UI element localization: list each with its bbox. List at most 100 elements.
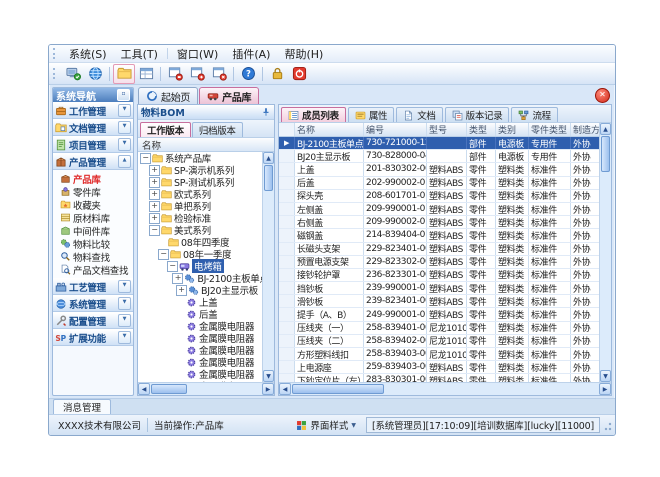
- scroll-down-icon[interactable]: ▼: [263, 370, 274, 382]
- chevron-down-icon[interactable]: ▼: [118, 104, 131, 117]
- table-row[interactable]: 磁钢盖214-839404-01I塑料ABS零件塑料类标准件外协条: [279, 229, 599, 242]
- win-badge-x-button[interactable]: [208, 64, 230, 84]
- menu-item-help[interactable]: 帮助(H): [277, 46, 330, 62]
- win-table-button[interactable]: [135, 64, 157, 84]
- tab-flow[interactable]: 流程: [511, 107, 557, 122]
- expand-icon[interactable]: +: [149, 201, 160, 212]
- table-row[interactable]: 提手（A、B）249-990001-01I塑料ABS零件塑料类标准件外协条: [279, 308, 599, 321]
- win-badge-mail-button[interactable]: [164, 64, 186, 84]
- collapse-icon[interactable]: −: [140, 153, 151, 164]
- folder-button[interactable]: [113, 64, 135, 84]
- tab-product-lib[interactable]: 产品库: [199, 87, 259, 104]
- sidebar-item-product-doc-search[interactable]: 产品文档查找: [53, 263, 133, 276]
- grid-horizontal-scrollbar[interactable]: ◀ ▶: [279, 382, 611, 395]
- table-row[interactable]: 滑钞板239-823401-00I塑料ABS零件塑料类标准件外协条: [279, 295, 599, 308]
- grid-hscroll-thumb[interactable]: [292, 384, 384, 394]
- column-header-6[interactable]: 制造方式: [571, 123, 599, 136]
- sidebar-section-config[interactable]: 配置管理▼: [53, 312, 133, 329]
- chevron-down-icon[interactable]: ▼: [118, 138, 131, 151]
- sidebar-item-favorites[interactable]: 收藏夹: [53, 198, 133, 211]
- table-row[interactable]: 预置电源支架229-823302-00I塑料ABS零件塑料类标准件外协条: [279, 256, 599, 269]
- table-row[interactable]: 左侧盖209-990001-01I塑料ABS零件塑料类标准件外协条: [279, 203, 599, 216]
- table-row[interactable]: 挡钞板239-990001-01I塑料ABS零件塑料类标准件外协条: [279, 282, 599, 295]
- sidebar-item-part-lib[interactable]: 零件库: [53, 185, 133, 198]
- sidebar-section-extend[interactable]: SP扩展功能▼: [53, 329, 133, 346]
- expand-icon[interactable]: +: [176, 285, 187, 296]
- column-header-1[interactable]: 编号: [364, 123, 427, 136]
- table-row[interactable]: 上盖201-830302-00I塑料ABS零件塑料类标准件外协条: [279, 163, 599, 176]
- lock-button[interactable]: [266, 64, 288, 84]
- table-row[interactable]: 后盖202-990002-01I塑料ABS零件塑料类标准件外协条: [279, 177, 599, 190]
- sidebar-section-project[interactable]: 项目管理▼: [53, 136, 133, 153]
- table-row[interactable]: 右侧盖209-990002-01I塑料ABS零件塑料类标准件外协条: [279, 216, 599, 229]
- column-header-4[interactable]: 类别: [496, 123, 529, 136]
- help-button[interactable]: ?: [237, 64, 259, 84]
- resize-grip[interactable]: [603, 419, 612, 431]
- scroll-left-icon[interactable]: ◀: [279, 383, 291, 395]
- close-icon[interactable]: ✕: [595, 88, 610, 103]
- sidebar-item-middleware-lib[interactable]: 中间件库: [53, 224, 133, 237]
- sidebar-section-docs[interactable]: 文档管理▼: [53, 119, 133, 136]
- sidebar-section-product[interactable]: 产品管理▲: [53, 153, 133, 170]
- tab-versions[interactable]: 版本记录: [445, 107, 510, 122]
- sidebar-item-material-search[interactable]: 物料查找: [53, 250, 133, 263]
- collapse-icon[interactable]: −: [158, 249, 169, 260]
- tab-archived-version[interactable]: 归档版本: [192, 122, 243, 137]
- sidebar-item-material-lib[interactable]: 原材料库: [53, 211, 133, 224]
- table-row[interactable]: 探头壳208-601701-01I塑料ABS零件塑料类标准件外协条: [279, 190, 599, 203]
- menubar-grip-handle[interactable]: [53, 48, 58, 59]
- expand-icon[interactable]: +: [172, 273, 183, 284]
- expand-icon[interactable]: +: [149, 213, 160, 224]
- table-row[interactable]: 长磁头支架229-823401-00I塑料ABS零件塑料类标准件外协条: [279, 243, 599, 256]
- grid-vscroll-thumb[interactable]: [601, 136, 610, 172]
- sidebar-section-system[interactable]: 系统管理▼: [53, 295, 133, 312]
- scroll-up-icon[interactable]: ▲: [263, 152, 274, 164]
- table-row[interactable]: BJ20主显示板730-828000-04I部件电源板专用件外协颗: [279, 150, 599, 163]
- sidebar-section-work[interactable]: 工作管理▼: [53, 102, 133, 119]
- table-row[interactable]: 压线夹（一）258-839401-00I尼龙1010零件塑料类标准件外协条: [279, 322, 599, 335]
- menu-item-tools[interactable]: 工具(T): [114, 46, 165, 62]
- tab-documents[interactable]: 文档: [396, 107, 442, 122]
- chevron-down-icon[interactable]: ▼: [118, 297, 131, 310]
- chevron-down-icon[interactable]: ▼: [118, 331, 131, 344]
- table-row[interactable]: 压线夹（二）258-839402-00I尼龙1010零件塑料类标准件外协条: [279, 335, 599, 348]
- table-row[interactable]: 接钞轮护罩236-823301-00I塑料ABS零件塑料类标准件外协条: [279, 269, 599, 282]
- expand-icon[interactable]: +: [149, 189, 160, 200]
- toolbar-grip-handle[interactable]: [53, 68, 58, 79]
- menu-item-system[interactable]: 系统(S): [62, 46, 114, 62]
- collapse-icon[interactable]: −: [149, 225, 160, 236]
- tree-vertical-scrollbar[interactable]: ▲ ▼: [262, 152, 274, 382]
- table-row[interactable]: 方形塑料线扣258-839403-00I尼龙1010零件塑料类标准件外协条: [279, 348, 599, 361]
- power-button[interactable]: [288, 64, 310, 84]
- tree-horizontal-scrollbar[interactable]: ◀ ▶: [138, 382, 274, 395]
- scroll-down-icon[interactable]: ▼: [600, 370, 611, 382]
- globe-button[interactable]: [84, 64, 106, 84]
- pin-icon[interactable]: [261, 107, 271, 117]
- table-row[interactable]: ▶BJ-2100主板单点730-721000-12I部件电源板专用件外协颗: [279, 137, 599, 150]
- expand-icon[interactable]: +: [149, 165, 160, 176]
- grid-vertical-scrollbar[interactable]: ▲ ▼: [599, 123, 611, 382]
- column-header-2[interactable]: 型号: [427, 123, 467, 136]
- monitor-button[interactable]: [62, 64, 84, 84]
- chevron-down-icon[interactable]: ▼: [118, 121, 131, 134]
- chevron-down-icon[interactable]: ▼: [118, 280, 131, 293]
- scroll-right-icon[interactable]: ▶: [599, 383, 611, 395]
- tree-column-header[interactable]: 名称: [138, 138, 274, 152]
- chevron-up-icon[interactable]: ▲: [118, 155, 131, 168]
- column-header-5[interactable]: 零件类型: [529, 123, 571, 136]
- tab-home[interactable]: 起始页: [138, 87, 198, 104]
- table-row[interactable]: 上电源座259-839403-00I塑料ABS零件塑料类标准件外协条: [279, 361, 599, 374]
- column-header-3[interactable]: 类型: [467, 123, 496, 136]
- chevron-down-icon[interactable]: ▼: [118, 314, 131, 327]
- menu-item-plugins[interactable]: 插件(A): [225, 46, 277, 62]
- table-row[interactable]: 下钞定位片（左）283-830301-00I塑料ABS零件塑料类标准件外协条: [279, 374, 599, 382]
- scroll-right-icon[interactable]: ▶: [262, 383, 274, 395]
- tab-working-version[interactable]: 工作版本: [140, 122, 191, 137]
- interface-style-dropdown[interactable]: 界面样式 ▼: [290, 418, 362, 432]
- scroll-up-icon[interactable]: ▲: [600, 123, 611, 135]
- sidebar-section-craft[interactable]: 工艺管理▼: [53, 278, 133, 295]
- tab-members[interactable]: 成员列表: [281, 107, 346, 122]
- sidebar-item-material-compare[interactable]: 物料比较: [53, 237, 133, 250]
- win-badge-go-button[interactable]: [186, 64, 208, 84]
- tree-vscroll-thumb[interactable]: [264, 165, 273, 191]
